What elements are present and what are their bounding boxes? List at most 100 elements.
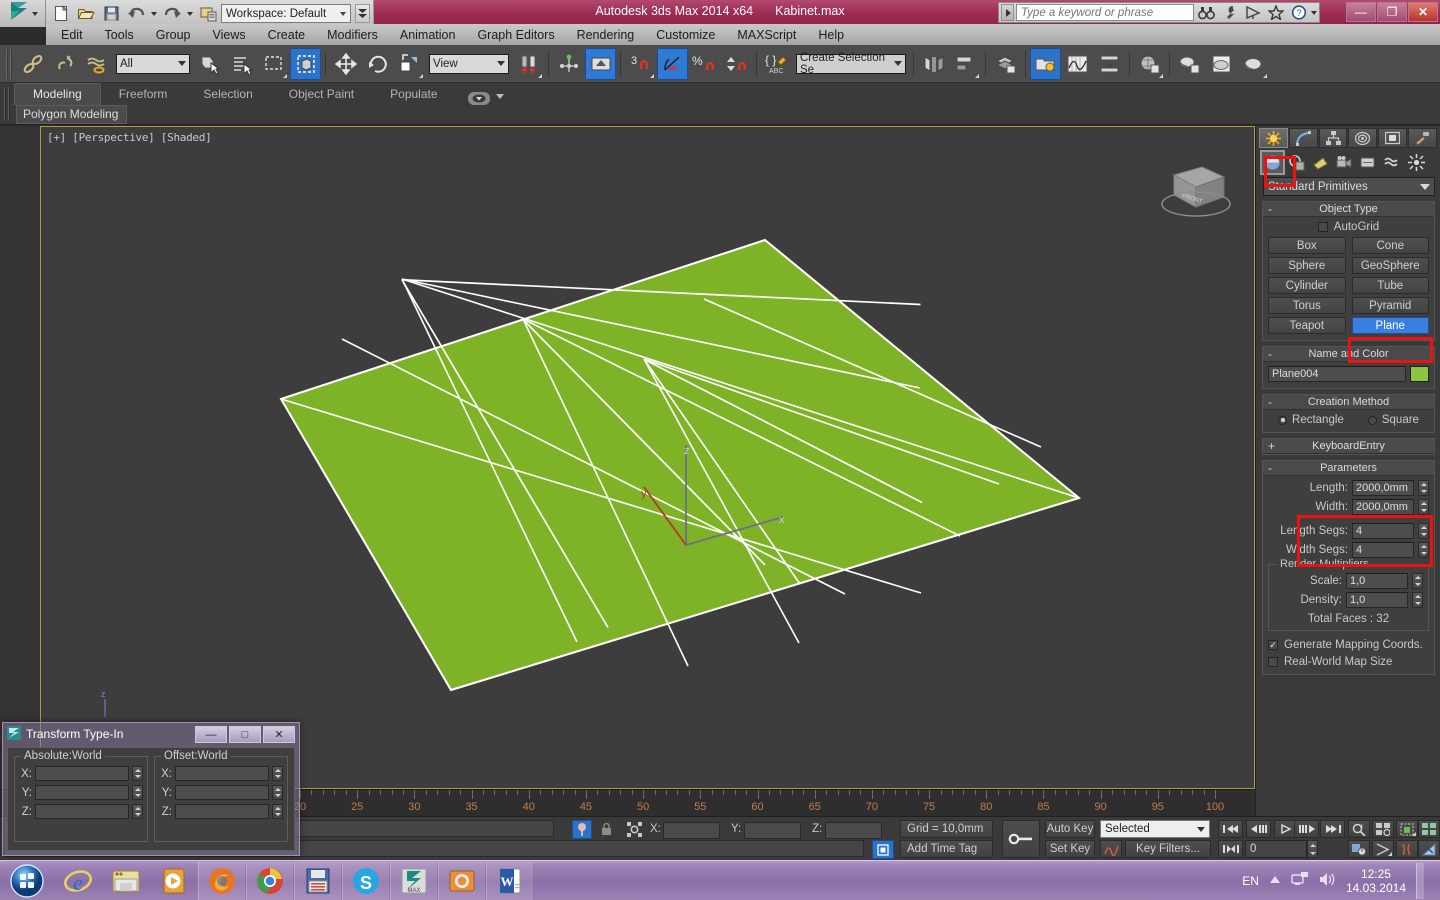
- key-filters-curve-icon[interactable]: [1100, 840, 1122, 858]
- object-button-sphere[interactable]: Sphere: [1268, 257, 1346, 274]
- menu-item-modifiers[interactable]: Modifiers: [316, 26, 389, 44]
- named-selection-set-combo[interactable]: Create Selection Se: [796, 54, 906, 74]
- lights-icon[interactable]: [1310, 152, 1331, 173]
- offset-z-input[interactable]: [175, 804, 269, 819]
- offset-x-input[interactable]: [175, 766, 269, 781]
- display-tab[interactable]: [1378, 128, 1407, 148]
- walkthrough-icon[interactable]: [1396, 840, 1418, 858]
- radio-rectangle[interactable]: Rectangle: [1278, 414, 1344, 426]
- angle-snap-toggle-icon[interactable]: [657, 48, 688, 80]
- save-app-icon[interactable]: [294, 862, 342, 900]
- select-and-manipulate-icon[interactable]: [585, 48, 616, 80]
- chevron-down-icon[interactable]: [496, 94, 504, 99]
- object-button-torus[interactable]: Torus: [1268, 297, 1346, 314]
- skype-icon[interactable]: S: [342, 862, 390, 900]
- parameters-header[interactable]: - Parameters: [1263, 461, 1434, 476]
- real-world-row[interactable]: Real-World Map Size: [1268, 656, 1429, 668]
- object-type-header[interactable]: - Object Type: [1263, 202, 1434, 217]
- coord-y-input[interactable]: [744, 822, 801, 839]
- use-pivot-point-center-icon[interactable]: [513, 48, 544, 80]
- hierarchy-tab[interactable]: [1319, 128, 1348, 148]
- curve-editor-icon[interactable]: [1062, 48, 1093, 80]
- offset-y-input[interactable]: [175, 785, 269, 800]
- density-input[interactable]: 1,0: [1346, 592, 1408, 608]
- scale-spinner[interactable]: [1412, 573, 1423, 589]
- create-tab[interactable]: [1259, 128, 1288, 148]
- menu-item-animation[interactable]: Animation: [389, 26, 467, 44]
- help-dropdown-icon[interactable]: [1311, 11, 1317, 15]
- key-mode-combo[interactable]: Selected: [1100, 820, 1210, 838]
- autogrid-row[interactable]: AutoGrid: [1268, 221, 1429, 233]
- material-editor-icon[interactable]: [1134, 48, 1165, 80]
- select-and-move-icon[interactable]: [330, 48, 361, 80]
- align-icon[interactable]: [950, 48, 981, 80]
- radio-square[interactable]: Square: [1368, 414, 1419, 426]
- pin-stack-icon[interactable]: [572, 820, 592, 839]
- network-icon[interactable]: [1291, 872, 1309, 890]
- absolute-z-spinner[interactable]: [132, 804, 143, 819]
- menu-item-tools[interactable]: Tools: [94, 26, 145, 44]
- length-segs-input[interactable]: 4: [1352, 523, 1414, 539]
- space-warps-icon[interactable]: [1382, 152, 1403, 173]
- radio-rectangle-control[interactable]: [1278, 416, 1287, 425]
- object-button-cone[interactable]: Cone: [1352, 237, 1430, 254]
- coord-z-input[interactable]: [825, 822, 882, 839]
- ribbon-panel-label[interactable]: Polygon Modeling: [16, 105, 127, 124]
- width-spinner[interactable]: [1418, 499, 1429, 515]
- transform-type-in-dialog[interactable]: Transform Type-In — □ ✕ Absolute:World X…: [2, 722, 300, 856]
- transform-minimize-button[interactable]: —: [195, 726, 227, 743]
- maximize-viewport-icon[interactable]: [1418, 840, 1440, 858]
- autogrid-checkbox[interactable]: [1318, 222, 1328, 232]
- transform-close-button[interactable]: ✕: [263, 726, 295, 743]
- offset-z-spinner[interactable]: [272, 804, 283, 819]
- rectangular-selection-region-icon[interactable]: [258, 48, 289, 80]
- viewcube[interactable]: FRONT: [1154, 157, 1234, 219]
- percent-snap-toggle-icon[interactable]: %: [689, 48, 720, 80]
- reference-coordinate-combo[interactable]: View: [429, 54, 509, 74]
- search-input[interactable]: [1016, 4, 1194, 21]
- menu-item-views[interactable]: Views: [201, 26, 256, 44]
- layer-explorer-icon[interactable]: [990, 48, 1021, 80]
- current-frame-input[interactable]: 0: [1245, 840, 1307, 858]
- rendered-frame-window-icon[interactable]: [1206, 48, 1237, 80]
- render-setup-icon[interactable]: [1174, 48, 1205, 80]
- width-input[interactable]: 2000,0mm: [1352, 499, 1414, 515]
- ribbon-grip[interactable]: [4, 87, 11, 121]
- time-tag-toggle-icon[interactable]: [872, 840, 894, 859]
- object-button-cylinder[interactable]: Cylinder: [1268, 277, 1346, 294]
- ribbon-tab-selection[interactable]: Selection: [185, 84, 270, 105]
- volume-icon[interactable]: [1319, 872, 1336, 890]
- object-color-swatch[interactable]: [1410, 366, 1429, 382]
- internet-explorer-icon[interactable]: e: [54, 862, 102, 900]
- show-hidden-icons-icon[interactable]: [1269, 874, 1281, 888]
- bind-to-space-warp-icon[interactable]: [81, 48, 112, 80]
- snaps-toggle-icon[interactable]: 3: [625, 48, 656, 80]
- select-and-scale-icon[interactable]: [394, 48, 425, 80]
- modify-tab[interactable]: [1289, 128, 1318, 148]
- mirror-icon[interactable]: [918, 48, 949, 80]
- lock-selection-icon[interactable]: [598, 821, 615, 838]
- restore-button[interactable]: ❐: [1377, 2, 1407, 22]
- object-button-box[interactable]: Box: [1268, 237, 1346, 254]
- object-name-input[interactable]: Plane004: [1268, 366, 1406, 382]
- add-time-tag-button[interactable]: Add Time Tag: [900, 840, 993, 858]
- current-frame-spinner[interactable]: [1307, 840, 1318, 858]
- name-and-color-header[interactable]: - Name and Color: [1263, 347, 1434, 362]
- zoom-icon[interactable]: ±: [1348, 820, 1370, 838]
- scale-input[interactable]: 1,0: [1346, 573, 1408, 589]
- toolbar-grip[interactable]: [6, 49, 12, 79]
- auto-key-button[interactable]: Auto Key: [1045, 820, 1095, 838]
- menu-item-edit[interactable]: Edit: [50, 26, 94, 44]
- creation-method-header[interactable]: - Creation Method: [1263, 395, 1434, 410]
- next-frame-icon[interactable]: [1294, 820, 1319, 838]
- keyboard-entry-header[interactable]: + KeyboardEntry: [1263, 439, 1434, 454]
- menu-item-graph-editors[interactable]: Graph Editors: [466, 26, 565, 44]
- length-input[interactable]: 2000,0mm: [1352, 480, 1414, 496]
- menu-item-rendering[interactable]: Rendering: [566, 26, 646, 44]
- geometry-icon[interactable]: [1262, 152, 1283, 173]
- generate-mapping-row[interactable]: ✓ Generate Mapping Coords.: [1268, 639, 1429, 651]
- object-button-geosphere[interactable]: GeoSphere: [1352, 257, 1430, 274]
- cameras-icon[interactable]: [1334, 152, 1355, 173]
- render-production-icon[interactable]: [1238, 48, 1269, 80]
- help-icon[interactable]: ?: [1288, 3, 1309, 22]
